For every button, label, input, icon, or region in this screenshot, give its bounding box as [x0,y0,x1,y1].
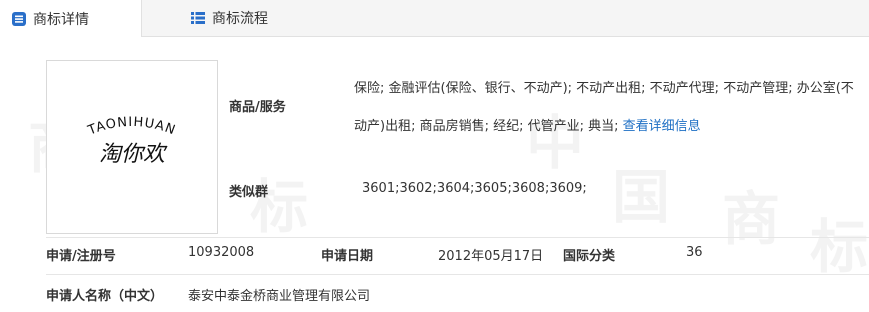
document-list-icon [11,11,27,27]
goods-services-label: 商品/服务 [229,100,286,115]
goods-services-value: 保险; 金融评估(保险、银行、不动产); 不动产出租; 不动产代理; 不动产管理… [354,70,864,146]
watermark-char: 标 [250,160,308,244]
applicant-name-label: 申请人名称（中文） [46,289,164,304]
intl-class-label: 国际分类 [563,249,616,264]
logo-latin-text: TAONIHUAN [85,115,177,139]
list-icon [190,10,206,26]
watermark-char: 国 [612,150,670,234]
application-date-label: 申请日期 [321,249,374,264]
svg-text:TAONIHUAN: TAONIHUAN [85,115,178,139]
divider [46,274,869,275]
tab-label: 商标详情 [33,11,89,28]
divider [46,237,869,238]
goods-services-text: 保险; 金融评估(保险、银行、不动产); 不动产出租; 不动产代理; 不动产管理… [354,81,854,134]
trademark-image: TAONIHUAN 淘你欢 [46,60,218,234]
tab-bar: 商标详情 商标流程 [0,0,869,37]
tab-trademark-details[interactable]: 商标详情 [0,0,142,37]
intl-class-value: 36 [686,245,703,260]
watermark-char: 商 [722,172,780,256]
reg-no-value: 10932008 [188,245,255,260]
watermark-char: 标 [810,200,868,284]
view-details-link[interactable]: 查看详细信息 [623,119,701,134]
application-date-value: 2012年05月17日 [438,249,544,264]
logo-chinese-text: 淘你欢 [99,142,168,167]
similar-group-value: 3601;3602;3604;3605;3608;3609; [362,181,587,196]
applicant-name-value: 泰安中泰金桥商业管理有限公司 [188,289,371,304]
similar-group-label: 类似群 [229,185,269,200]
reg-no-label: 申请/注册号 [46,249,116,264]
trademark-logo-art: TAONIHUAN 淘你欢 [85,115,178,167]
tab-label: 商标流程 [212,11,268,27]
tab-trademark-process[interactable]: 商标流程 [190,0,268,36]
